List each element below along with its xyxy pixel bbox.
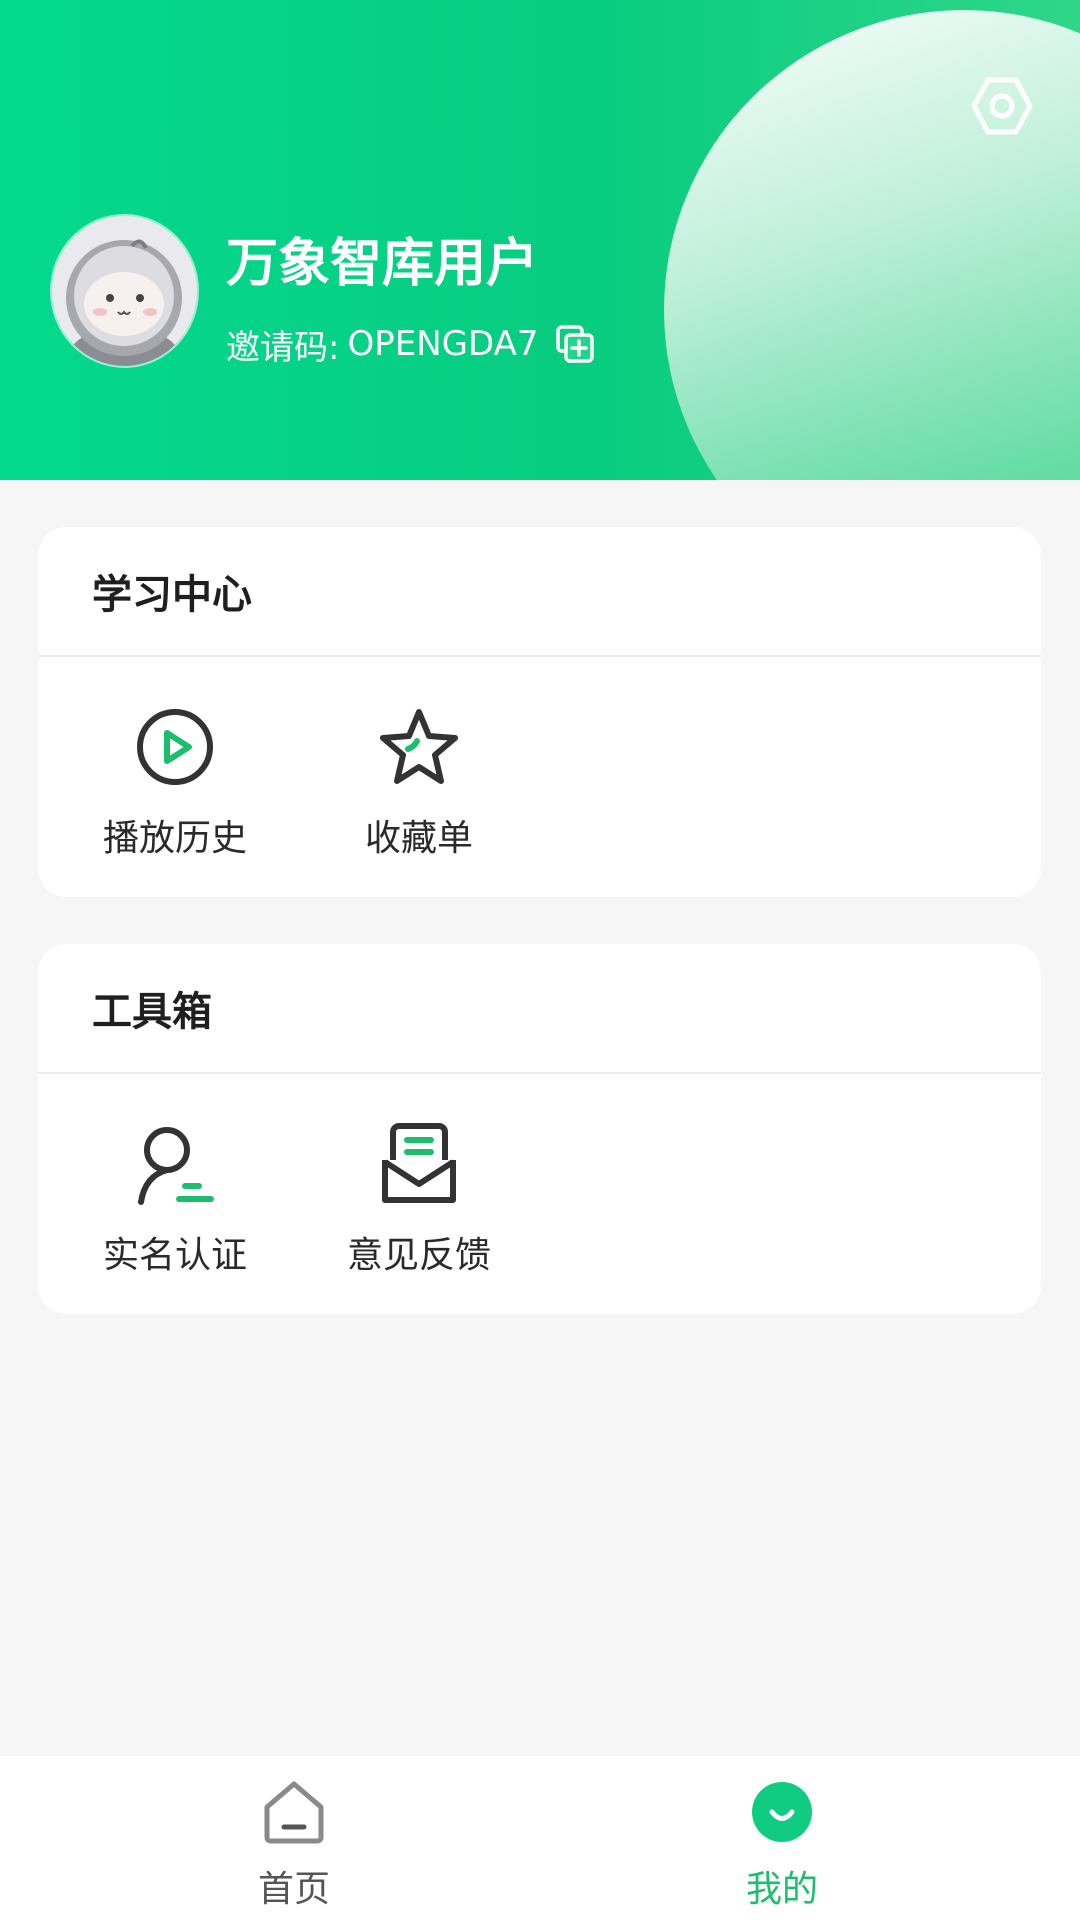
learning-center-title: 学习中心 [38,527,1041,657]
smile-icon [752,1782,812,1842]
invite-code-row: 邀请码: OPENGDA7 [226,318,596,370]
learning-center-card: 学习中心 播放历史 收藏单 [38,527,1041,897]
invite-label: 邀请码: [226,327,340,368]
toolbox-title: 工具箱 [38,944,1041,1074]
home-icon [264,1781,324,1844]
play-circle-icon [137,709,213,785]
copy-icon [556,325,595,363]
toolbox-card: 工具箱 实名认证 意见反馈 [38,944,1041,1314]
play-history-item[interactable]: 播放历史 [90,703,260,861]
favorites-label: 收藏单 [364,818,473,859]
bottom-tab-bar: 首页 我的 [0,1756,1080,1920]
username: 万象智库用户 [226,234,539,294]
profile-header: 万象智库用户 邀请码: OPENGDA7 [0,0,1080,480]
mail-feedback-icon [382,1123,456,1203]
tab-mine[interactable]: 我的 [702,1776,862,1912]
tab-home-label: 首页 [257,1869,330,1910]
settings-button[interactable] [966,70,1038,142]
invite-code: OPENGDA7 [347,324,539,364]
play-history-label: 播放历史 [102,818,247,859]
user-verify-icon [138,1127,214,1205]
copy-invite-button[interactable] [554,323,596,365]
star-icon [380,709,458,784]
feedback-item[interactable]: 意见反馈 [334,1120,504,1278]
tab-home[interactable]: 首页 [214,1776,374,1912]
real-name-verify-label: 实名认证 [102,1235,247,1276]
feedback-label: 意见反馈 [346,1235,491,1276]
real-name-verify-item[interactable]: 实名认证 [90,1120,260,1278]
favorites-item[interactable]: 收藏单 [334,703,504,861]
avatar[interactable] [52,216,197,366]
tab-mine-label: 我的 [745,1869,818,1910]
settings-icon [971,77,1033,135]
